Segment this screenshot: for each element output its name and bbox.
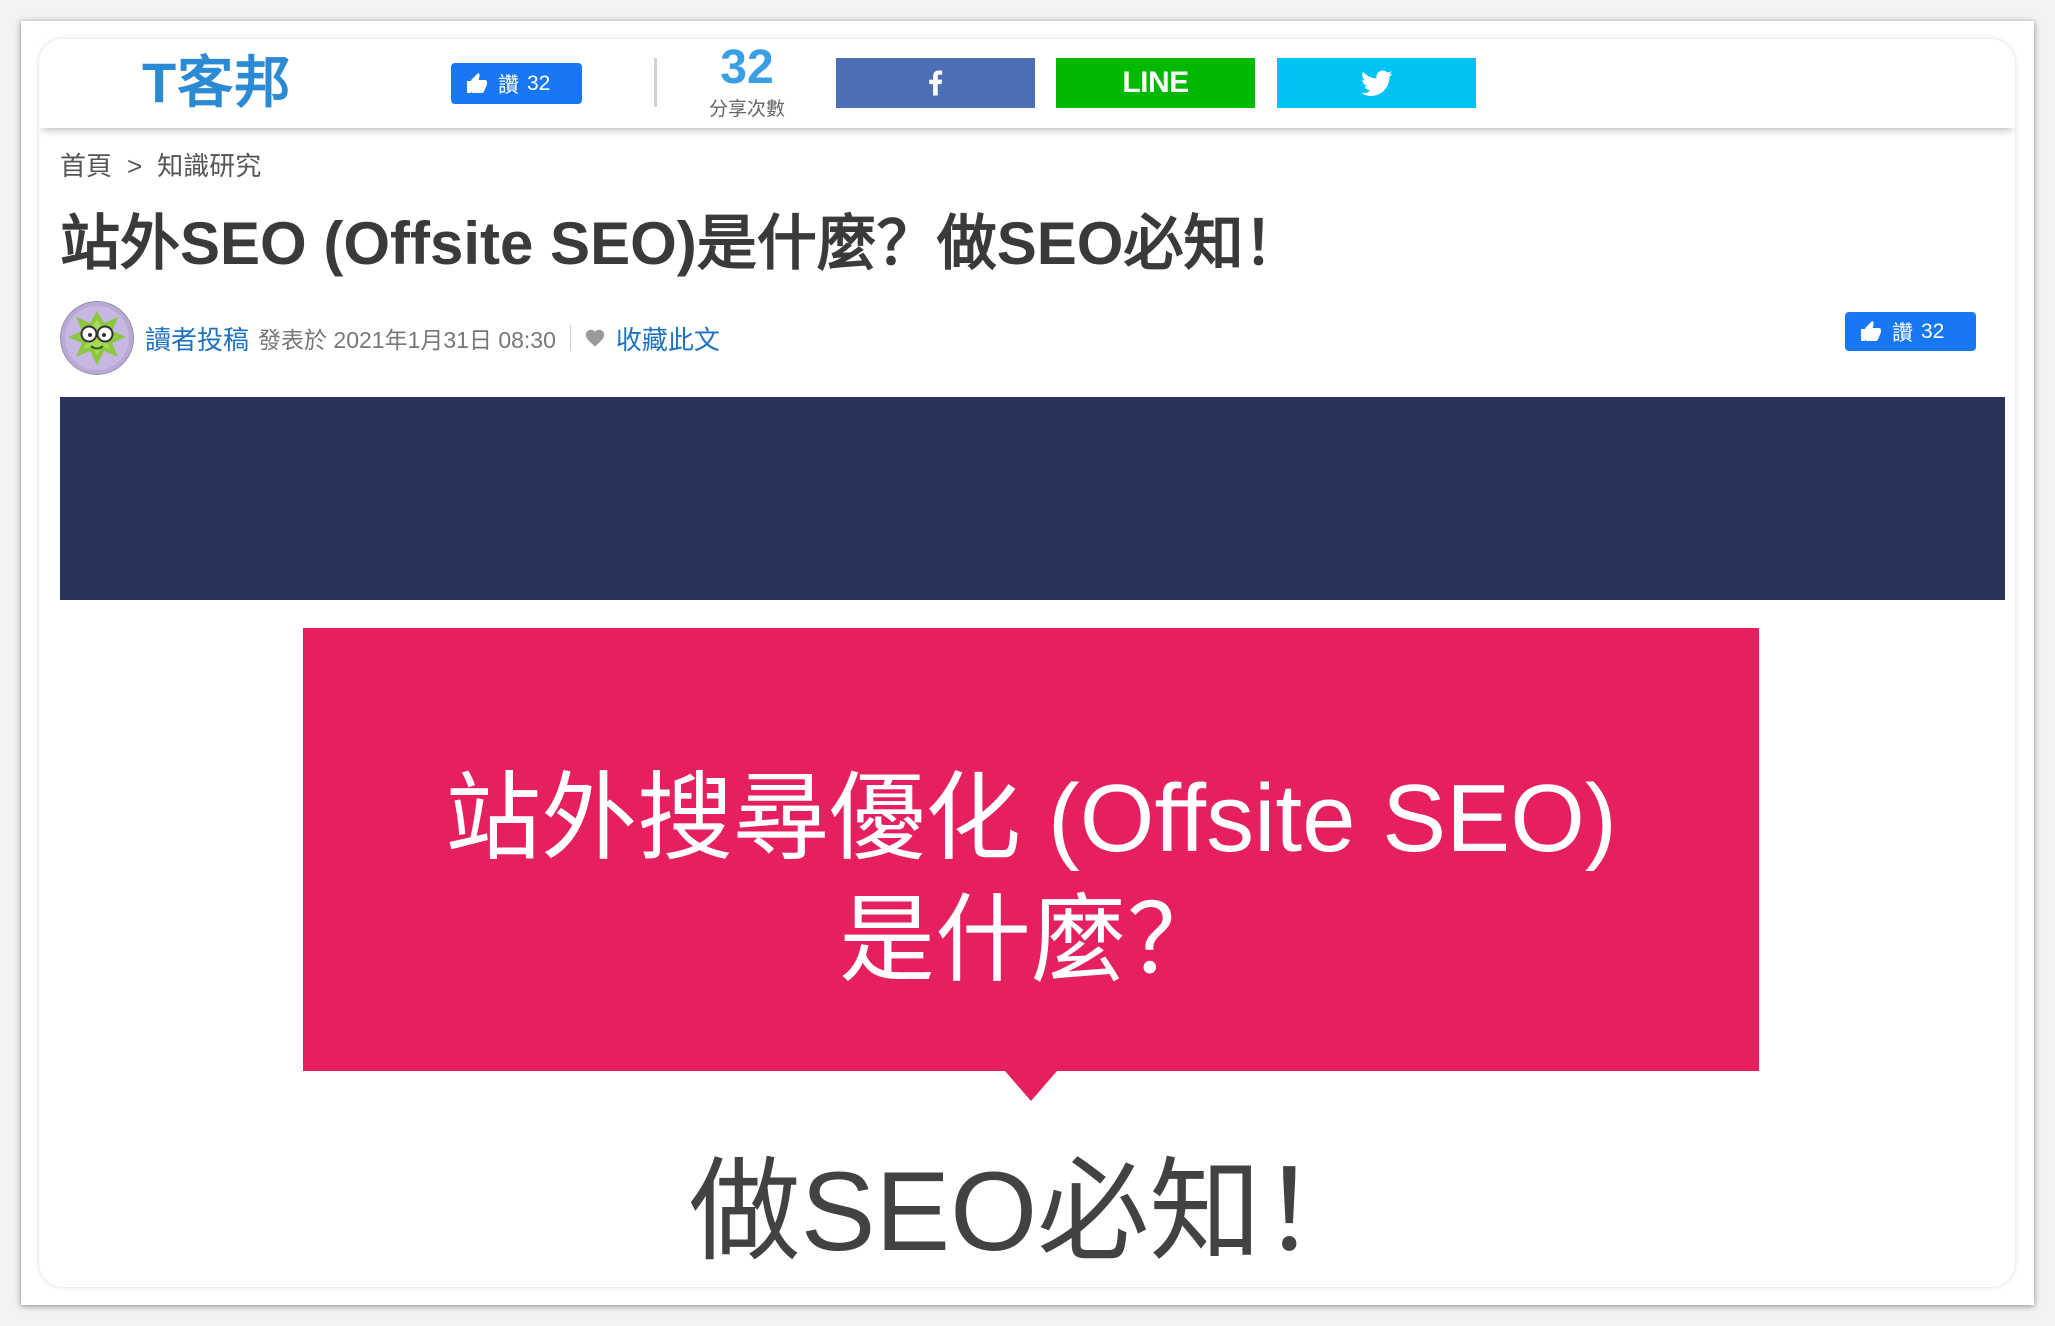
breadcrumb-separator: >	[127, 151, 143, 181]
breadcrumb-home[interactable]: 首頁	[60, 149, 112, 183]
callout-pointer	[1005, 1071, 1057, 1101]
breadcrumb: 首頁 > 知識研究	[60, 149, 261, 183]
share-count: 32 分享次數	[707, 43, 787, 121]
article-title: 站外SEO (Offsite SEO)是什麼？做SEO必知！	[60, 210, 1304, 277]
publish-date: 發表於 2021年1月31日 08:30	[258, 327, 556, 353]
like-count: 32	[1921, 319, 1945, 343]
favorite-link[interactable]: 收藏此文	[584, 320, 720, 357]
article-page: T客邦 讚 32 32 分享次數 LINE 首頁 > 知識研究 站外SEO (O…	[39, 39, 2015, 1287]
share-count-value: 32	[720, 41, 774, 94]
hero-callout-card: 站外搜尋優化 (Offsite SEO) 是什麼？	[303, 628, 1759, 1071]
hero-caption: 做SEO必知！	[688, 1149, 1374, 1274]
screenshot-frame: T客邦 讚 32 32 分享次數 LINE 首頁 > 知識研究 站外SEO (O…	[21, 21, 2034, 1305]
hero-banner	[60, 397, 2005, 600]
twitter-icon	[1360, 67, 1393, 99]
heart-icon	[584, 327, 606, 349]
like-count: 32	[527, 71, 551, 95]
article-meta: 讀者投稿 發表於 2021年1月31日 08:30 收藏此文	[60, 301, 720, 375]
like-label: 讚	[498, 73, 519, 97]
line-share-button[interactable]: LINE	[1056, 58, 1255, 108]
hero-line-1: 站外搜尋優化 (Offsite SEO)	[445, 765, 1617, 872]
header-divider	[654, 58, 657, 107]
line-label: LINE	[1122, 66, 1189, 99]
breadcrumb-category[interactable]: 知識研究	[157, 149, 261, 183]
author-link[interactable]: 讀者投稿	[145, 320, 249, 357]
site-header: T客邦 讚 32 32 分享次數 LINE	[39, 39, 2015, 128]
twitter-share-button[interactable]	[1277, 58, 1476, 108]
facebook-icon	[921, 68, 951, 98]
site-logo[interactable]: T客邦	[142, 51, 291, 115]
article-like-button[interactable]: 讚 32	[1845, 312, 1976, 351]
like-label: 讚	[1892, 321, 1913, 345]
author-avatar[interactable]	[60, 301, 134, 375]
meta-divider	[569, 325, 571, 351]
facebook-share-button[interactable]	[836, 58, 1035, 108]
thumbs-up-icon	[465, 72, 489, 96]
header-like-button[interactable]: 讚 32	[451, 63, 582, 104]
thumbs-up-icon	[1859, 320, 1883, 344]
avatar-icon	[60, 301, 134, 375]
favorite-label: 收藏此文	[615, 324, 720, 355]
hero-line-2: 是什麼？	[839, 887, 1223, 994]
share-count-label: 分享次數	[708, 99, 785, 120]
